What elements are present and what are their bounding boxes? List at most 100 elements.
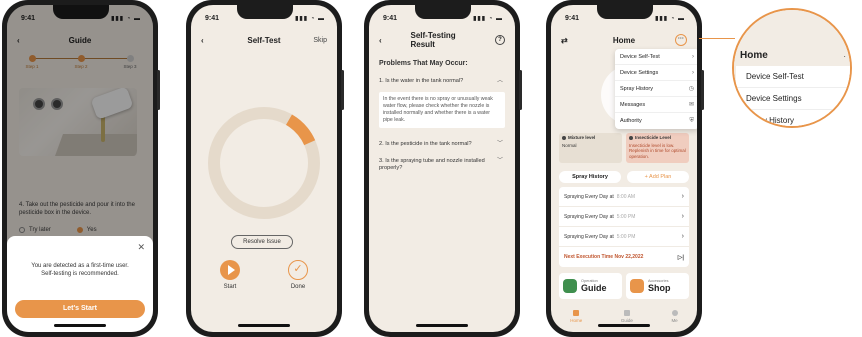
home-tabs: Spray History + Add Plan	[559, 171, 689, 183]
plan-row[interactable]: Spraying Every Day at 5:00 PM ›	[559, 207, 689, 227]
zoom-title: Home	[740, 50, 768, 61]
menu-item-label: Messages	[620, 101, 646, 108]
question-item[interactable]: 1. Is the water in the tank normal? ︿	[379, 78, 505, 85]
phone-home: 9:41 ▮▮▮ ◔ ▬ ⇄ Home ··· Device Self-Test…	[546, 0, 704, 337]
chevron-right-icon: ›	[692, 53, 694, 60]
chevron-right-icon: ›	[681, 233, 684, 240]
more-menu-icon[interactable]: ···	[675, 34, 687, 46]
plan-time: 5:00 PM	[616, 233, 636, 240]
message-icon: ✉	[688, 102, 694, 108]
resolve-issue-button[interactable]: Resolve Issue	[231, 235, 293, 249]
menu-item-messages[interactable]: Messages ✉	[615, 97, 697, 113]
chevron-right-icon: ›	[850, 93, 852, 105]
menu-item-label: Device Settings	[620, 69, 659, 76]
chevron-down-icon: ﹀	[496, 158, 503, 164]
done-control[interactable]: ✓ Done	[283, 260, 313, 290]
card-big-label: Guide	[581, 283, 607, 293]
home-icon	[573, 310, 580, 316]
chevron-right-icon: ›	[692, 69, 694, 76]
mixture-level-title: Mixture level	[568, 135, 596, 140]
question-item[interactable]: 2. Is the pesticide in the tank normal? …	[379, 141, 505, 148]
page-title: Self-Testing Result	[410, 31, 456, 49]
signal-battery-icon: ▮▮▮ ◔ ▬	[473, 15, 503, 22]
menu-item-spray-history[interactable]: Spray History ◷	[615, 81, 697, 97]
zoom-callout: Home · Device Self-Test › Device Setting…	[732, 8, 852, 128]
chevron-down-icon: ﹀	[496, 141, 503, 147]
home-navbar: ⇄ Home ···	[561, 33, 687, 47]
back-button[interactable]: ‹	[379, 36, 382, 45]
swap-device-icon[interactable]: ⇄	[561, 36, 568, 45]
sheet-message-line: Self-testing is recommended.	[41, 271, 119, 277]
add-plan-button[interactable]: + Add Plan	[627, 171, 689, 183]
next-execution-row[interactable]: Next Execution Time Nov 22,2022 ▷|	[559, 247, 689, 267]
nav-label: Home	[570, 318, 583, 323]
notch	[237, 5, 293, 19]
skip-next-icon: ▷|	[677, 254, 684, 261]
insecticide-level-card: Insecticide Level Insecticide level is l…	[626, 133, 689, 163]
home-indicator	[54, 324, 106, 327]
close-icon[interactable]: ✕	[137, 242, 145, 253]
skip-button[interactable]: Skip	[313, 37, 327, 44]
answer-panel: In the event there is no spray or unusua…	[379, 92, 505, 128]
question-item[interactable]: 3. Is the spraying tube and nozzle insta…	[379, 158, 505, 172]
progress-ring-arc	[208, 107, 320, 219]
phone-result: 9:41 ▮▮▮ ◔ ▬ ‹ Self-Testing Result ? Pro…	[364, 0, 522, 337]
menu-item-authority[interactable]: Authority ⛨	[615, 113, 697, 129]
done-label: Done	[290, 284, 306, 290]
zoom-menu: Device Self-Test › Device Settings › Spr…	[736, 66, 852, 126]
nav-home[interactable]: Home	[570, 310, 582, 323]
home-screen: 9:41 ▮▮▮ ◔ ▬ ⇄ Home ··· Device Self-Test…	[551, 5, 697, 332]
side-button	[157, 70, 160, 110]
bottom-nav: Home Guide Me	[551, 305, 697, 323]
nav-me[interactable]: Me	[671, 310, 678, 323]
menu-item-device-settings[interactable]: Device Settings ›	[615, 65, 697, 81]
page-title: Self-Test	[247, 35, 281, 45]
next-execution-text: Next Execution Time Nov 22,2022	[564, 254, 644, 260]
nav-guide[interactable]: Guide	[621, 310, 633, 323]
chevron-right-icon: ›	[850, 71, 852, 83]
play-icon	[220, 260, 240, 280]
callout-line	[699, 38, 735, 39]
plan-list: Spraying Every Day at 8:00 AM › Spraying …	[559, 187, 689, 267]
operation-guide-card[interactable]: Operation Guide	[559, 273, 622, 299]
plan-row[interactable]: Spraying Every Day at 5:00 PM ›	[559, 227, 689, 247]
zoom-item-label: Spray History	[746, 116, 795, 125]
tab-spray-history[interactable]: Spray History	[559, 171, 621, 183]
nav-label: Guide	[620, 318, 633, 323]
notch	[597, 5, 653, 19]
notch	[415, 5, 471, 19]
insecticide-level-title: Insecticide Level	[635, 135, 672, 140]
back-button[interactable]: ‹	[201, 36, 204, 45]
zoom-item-label: Device Self-Test	[746, 72, 804, 81]
plan-row[interactable]: Spraying Every Day at 8:00 AM ›	[559, 187, 689, 207]
page-title: Home	[612, 35, 636, 45]
zoom-dots: ·	[843, 52, 846, 61]
side-button	[341, 70, 344, 110]
shortcut-cards: Operation Guide Accessories Shop	[559, 273, 689, 299]
zoom-item-spray-history[interactable]: Spray History	[736, 110, 850, 126]
start-control[interactable]: Start	[215, 260, 245, 290]
zoom-item-device-self-test[interactable]: Device Self-Test ›	[736, 66, 852, 88]
phone-self-test: 9:41 ▮▮▮ ◔ ▬ ‹ Self-Test Skip Resolve Is…	[186, 0, 344, 337]
phone-guide: 9:41 ▮▮▮ ◔ ▬ ‹ Guide Step 1 Step 2 Step …	[2, 0, 160, 337]
zoom-item-label: Device Settings	[746, 94, 802, 103]
plan-time: 5:00 PM	[616, 213, 636, 220]
sheet-message: You are detected as a first-time user. S…	[15, 262, 145, 278]
mixture-level-value: Normal	[562, 142, 577, 148]
help-icon[interactable]: ?	[495, 35, 505, 45]
signal-battery-icon: ▮▮▮ ◔ ▬	[295, 15, 325, 22]
plan-time: 8:00 AM	[616, 193, 636, 200]
nav-label: Me	[671, 318, 678, 323]
lets-start-button[interactable]: Let's Start	[15, 300, 145, 318]
menu-item-device-self-test[interactable]: Device Self-Test ›	[615, 49, 697, 65]
plan-label: Spraying Every Day at	[564, 213, 614, 220]
problems-heading: Problems That May Occur:	[379, 60, 468, 67]
menu-item-label: Device Self-Test	[620, 53, 660, 60]
status-bar: 9:41 ▮▮▮ ◔ ▬	[565, 5, 685, 23]
status-bar: 9:41 ▮▮▮ ◔ ▬	[205, 5, 325, 23]
question-text: 3. Is the spraying tube and nozzle insta…	[379, 158, 485, 171]
accessories-shop-card[interactable]: Accessories Shop	[626, 273, 689, 299]
zoom-item-device-settings[interactable]: Device Settings ›	[736, 88, 852, 110]
more-menu: Device Self-Test › Device Settings › Spr…	[615, 49, 697, 129]
question-text: 2. Is the pesticide in the tank normal?	[379, 141, 472, 147]
